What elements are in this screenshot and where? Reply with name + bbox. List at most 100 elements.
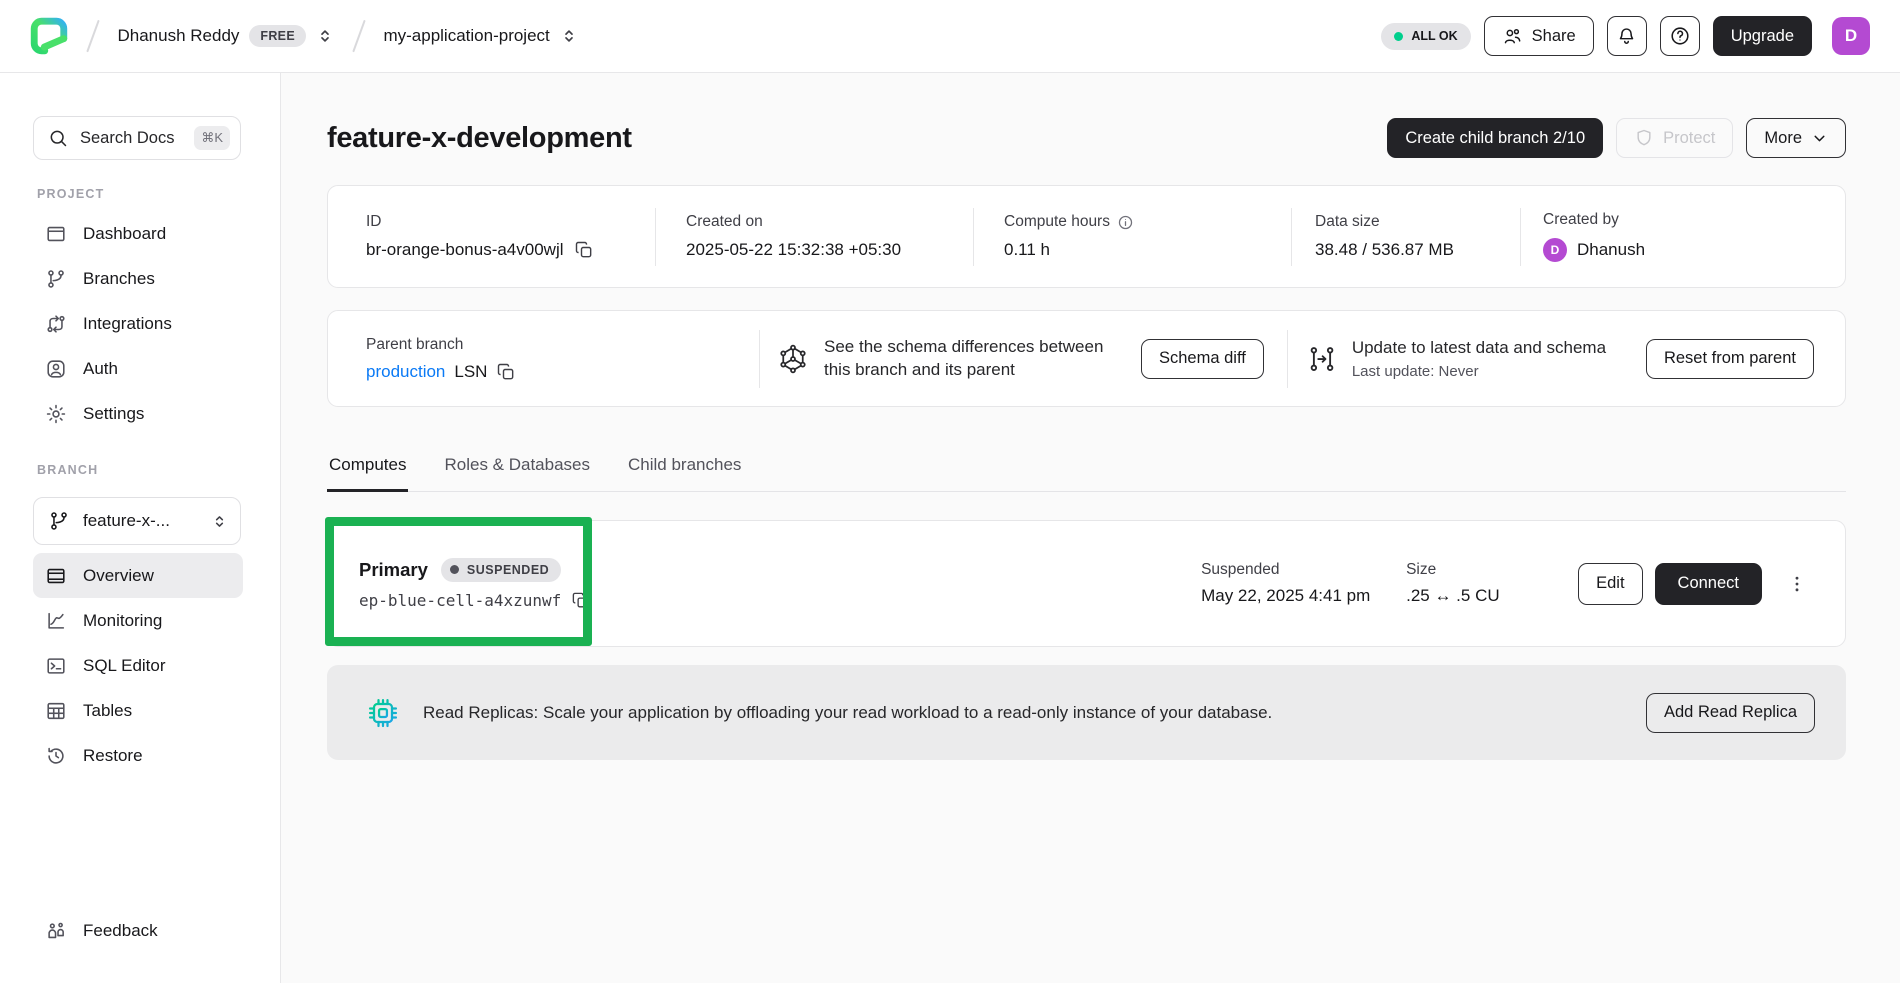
info-icon[interactable]	[1117, 214, 1134, 231]
status-pill[interactable]: ALL OK	[1381, 23, 1470, 50]
protect-button[interactable]: Protect	[1616, 118, 1733, 158]
suspended-meta: Suspended May 22, 2025 4:41 pm	[1201, 561, 1406, 606]
search-icon	[48, 128, 68, 148]
divider	[759, 330, 760, 388]
data-size-value: 38.48 / 536.87 MB	[1315, 240, 1520, 260]
reset-from-parent-button[interactable]: Reset from parent	[1646, 339, 1814, 379]
parent-branch-card: Parent branch production LSN See the sch…	[327, 310, 1846, 407]
sidebar-item-monitoring[interactable]: Monitoring	[33, 598, 243, 643]
upgrade-button[interactable]: Upgrade	[1713, 16, 1812, 56]
org-switcher[interactable]: Dhanush Reddy FREE	[118, 25, 334, 47]
reset-branch-icon	[1307, 344, 1337, 374]
search-docs-input[interactable]: Search Docs ⌘K	[33, 116, 241, 160]
compute-hours-label: Compute hours	[1004, 213, 1110, 231]
branch-tabs: Computes Roles & Databases Child branche…	[327, 455, 1846, 492]
terminal-icon	[45, 655, 67, 677]
main-content: feature-x-development Create child branc…	[281, 73, 1900, 983]
schema-diff-button[interactable]: Schema diff	[1141, 339, 1264, 379]
sidebar-item-overview[interactable]: Overview	[33, 553, 243, 598]
created-by-cell: Created by D Dhanush	[1521, 186, 1845, 287]
suspended-time: May 22, 2025 4:41 pm	[1201, 586, 1406, 606]
project-switcher[interactable]: my-application-project	[383, 26, 577, 46]
history-clock-icon	[45, 745, 67, 767]
status-pill-label: ALL OK	[1411, 29, 1457, 43]
notifications-button[interactable]	[1607, 16, 1647, 56]
compute-row: Primary SUSPENDED ep-blue-cell-a4xzunwf	[327, 520, 1846, 647]
help-button[interactable]	[1660, 16, 1700, 56]
branch-id-cell: ID br-orange-bonus-a4v00wjl	[328, 186, 655, 287]
divider	[1287, 330, 1288, 388]
copy-icon[interactable]	[496, 362, 516, 382]
status-ok-dot	[1394, 32, 1403, 41]
sidebar-item-dashboard[interactable]: Dashboard	[33, 211, 243, 256]
tab-computes[interactable]: Computes	[327, 455, 408, 492]
schema-diff-label: Schema diff	[1159, 349, 1246, 368]
branch-id-value: br-orange-bonus-a4v00wjl	[366, 240, 564, 260]
sidebar-item-label: Tables	[83, 701, 132, 721]
sidebar-item-label: Overview	[83, 566, 154, 586]
sidebar-item-integrations[interactable]: Integrations	[33, 301, 243, 346]
sidebar-item-restore[interactable]: Restore	[33, 733, 243, 778]
compute-hours-cell: Compute hours 0.11 h	[974, 186, 1291, 287]
tab-child-branches[interactable]: Child branches	[626, 455, 743, 492]
parent-branch-link[interactable]: production	[366, 362, 445, 382]
cpu-chip-icon	[365, 695, 401, 731]
integrations-icon	[45, 313, 67, 335]
user-avatar[interactable]: D	[1832, 17, 1870, 55]
app-root: Dhanush Reddy FREE my-application-projec…	[0, 0, 1900, 983]
tab-roles-databases[interactable]: Roles & Databases	[442, 455, 592, 492]
project-name: my-application-project	[383, 26, 549, 46]
schema-diff-description: See the schema differences between this …	[824, 336, 1126, 382]
add-read-replica-button[interactable]: Add Read Replica	[1646, 693, 1815, 733]
avatar-initial: D	[1845, 26, 1857, 46]
edit-button[interactable]: Edit	[1578, 563, 1642, 605]
size-meta: Size .25 ↔ .5 CU	[1406, 561, 1566, 606]
data-size-cell: Data size 38.48 / 536.87 MB	[1292, 186, 1520, 287]
sidebar-item-feedback[interactable]: Feedback	[33, 908, 243, 953]
copy-icon[interactable]	[574, 240, 594, 260]
chevron-updown-icon	[560, 27, 578, 45]
created-by-label: Created by	[1543, 211, 1845, 229]
top-bar: Dhanush Reddy FREE my-application-projec…	[0, 0, 1900, 73]
git-branch-icon	[45, 268, 67, 290]
sidebar-item-label: Branches	[83, 269, 155, 289]
status-dot	[450, 565, 459, 574]
sidebar-item-auth[interactable]: Auth	[33, 346, 243, 391]
dashboard-icon	[45, 223, 67, 245]
compute-name: Primary	[359, 559, 428, 581]
kebab-menu-icon[interactable]	[1780, 563, 1814, 605]
protect-label: Protect	[1663, 129, 1715, 148]
endpoint-id: ep-blue-cell-a4xzunwf	[359, 591, 561, 610]
read-replica-banner: Read Replicas: Scale your application by…	[327, 665, 1846, 760]
shield-icon	[1634, 128, 1654, 148]
compute-hours-value: 0.11 h	[1004, 240, 1291, 260]
update-latest-title: Update to latest data and schema	[1352, 337, 1630, 360]
reset-from-parent-label: Reset from parent	[1664, 349, 1796, 368]
sidebar-item-label: Feedback	[83, 921, 158, 941]
search-docs-label: Search Docs	[80, 129, 182, 148]
create-child-branch-button[interactable]: Create child branch 2/10	[1387, 118, 1603, 158]
sidebar-item-label: Auth	[83, 359, 118, 379]
data-size-label: Data size	[1315, 213, 1520, 231]
share-button[interactable]: Share	[1484, 16, 1594, 56]
branch-selector[interactable]: feature-x-...	[33, 497, 241, 545]
sidebar-item-label: Dashboard	[83, 224, 166, 244]
page-title: feature-x-development	[327, 122, 632, 155]
compute-identity: Primary SUSPENDED ep-blue-cell-a4xzunwf	[359, 558, 590, 610]
copy-icon[interactable]	[571, 591, 590, 610]
more-button[interactable]: More	[1746, 118, 1846, 158]
parent-branch-label: Parent branch	[366, 336, 759, 354]
project-section-title: PROJECT	[37, 187, 260, 201]
sidebar-item-tables[interactable]: Tables	[33, 688, 243, 733]
sidebar-item-settings[interactable]: Settings	[33, 391, 243, 436]
more-label: More	[1764, 129, 1802, 148]
sidebar-item-sql-editor[interactable]: SQL Editor	[33, 643, 243, 688]
connect-button[interactable]: Connect	[1655, 563, 1762, 605]
neon-logo[interactable]	[30, 17, 68, 55]
sidebar-item-branches[interactable]: Branches	[33, 256, 243, 301]
created-on-label: Created on	[686, 213, 973, 231]
search-shortcut: ⌘K	[194, 126, 230, 150]
size-label: Size	[1406, 561, 1566, 579]
table-icon	[45, 700, 67, 722]
branch-info-card: ID br-orange-bonus-a4v00wjl Created on 2…	[327, 185, 1846, 288]
